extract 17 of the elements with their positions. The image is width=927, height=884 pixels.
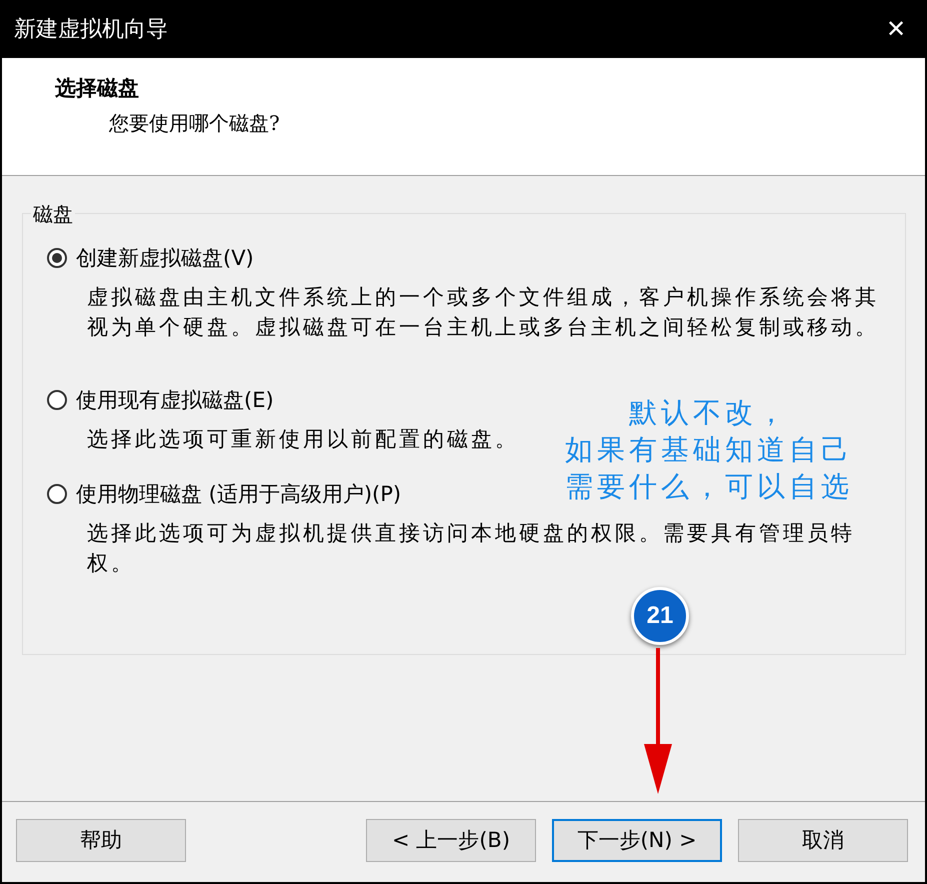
option-description: 选择此选项可重新使用以前配置的磁盘。: [87, 426, 519, 453]
arrow-icon: [643, 648, 673, 796]
close-button[interactable]: ✕: [867, 0, 925, 58]
dialog-button[interactable]: < 上一步(B): [366, 818, 536, 862]
radio-option[interactable]: 创建新虚拟磁盘(V): [47, 244, 254, 272]
step-badge: 21: [631, 587, 689, 645]
option-description: 选择此选项可为虚拟机提供直接访问本地硬盘的权限。需要具有管理员特权。: [87, 520, 856, 577]
radio-option[interactable]: 使用物理磁盘 (适用于高级用户)(P): [47, 480, 402, 508]
window-title: 新建虚拟机向导: [14, 16, 168, 44]
page-subtitle: 您要使用哪个磁盘?: [109, 110, 281, 137]
page-title: 选择磁盘: [55, 74, 140, 102]
option-description: 虚拟磁盘由主机文件系统上的一个或多个文件组成，客户机操作系统会将其视为单个硬盘。虚拟磁盘可在一台主机上或多台主机之间轻松复制或移动。: [87, 284, 880, 341]
radio-option[interactable]: 使用现有虚拟磁盘(E): [47, 386, 274, 414]
dialog-button[interactable]: 下一步(N) >: [552, 818, 722, 862]
annotation-text: 默认不改， 如果有基础知道自己 需要什么，可以自选: [564, 395, 854, 505]
dialog-button[interactable]: 取消: [738, 818, 908, 862]
dialog-button[interactable]: 帮助: [16, 818, 186, 862]
